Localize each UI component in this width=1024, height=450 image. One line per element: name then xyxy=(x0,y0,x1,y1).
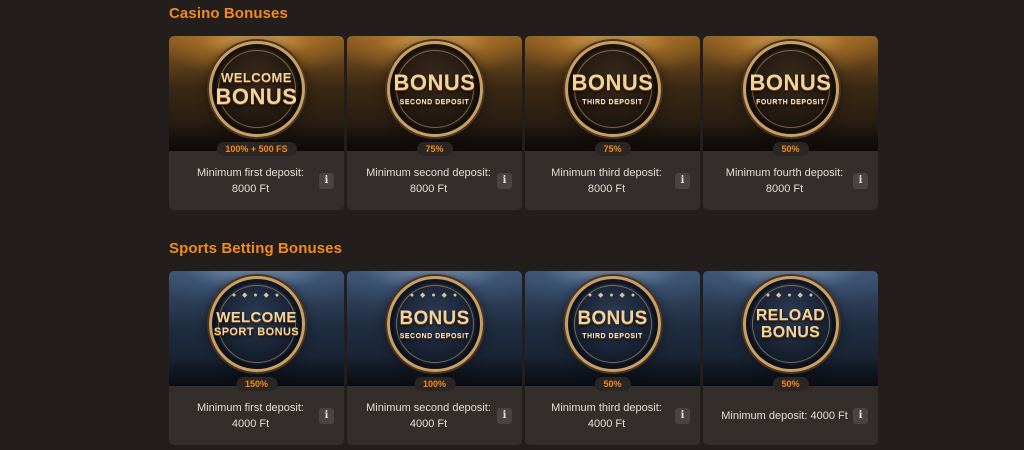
sport-icons-ring: ● ◆ ● ◆ ● xyxy=(587,292,638,299)
casino-fourth-deposit-bonus-card[interactable]: BONUS FOURTH DEPOSIT 50% Minimum fourth … xyxy=(703,36,878,210)
bonus-percentage-badge: 100% + 500 FS xyxy=(216,142,297,156)
sport-third-deposit-bonus-card[interactable]: ● ◆ ● ◆ ● BONUS THIRD DEPOSIT 50% Minimu… xyxy=(525,271,700,445)
bonus-percentage-badge: 75% xyxy=(594,142,631,156)
bonus-coin-emblem: WELCOME BONUS xyxy=(208,41,305,137)
bonus-description: Minimum second deposit: 4000 Ft xyxy=(366,401,491,430)
bonus-percentage-badge: 100% xyxy=(413,377,456,391)
coin-title-top: WELCOME xyxy=(221,69,292,85)
coin-title-top: WELCOME xyxy=(216,309,297,326)
bonus-image: ● ◆ ● ◆ ● WELCOME SPORT BONUS xyxy=(169,271,344,386)
bonus-coin-emblem: ● ◆ ● ◆ ● RELOAD BONUS xyxy=(742,276,839,372)
bonus-image: ● ◆ ● ◆ ● RELOAD BONUS xyxy=(703,271,878,386)
bonus-percentage-badge: 50% xyxy=(772,377,809,391)
bonus-description: Minimum first deposit: 8000 Ft xyxy=(197,166,304,195)
sport-icons-ring: ● ◆ ● ◆ ● xyxy=(765,292,816,299)
casino-bonuses-heading: Casino Bonuses xyxy=(169,5,288,22)
info-icon-button[interactable]: i xyxy=(853,172,868,189)
casino-third-deposit-bonus-card[interactable]: BONUS THIRD DEPOSIT 75% Minimum third de… xyxy=(525,36,700,210)
bonus-description: Minimum third deposit: 8000 Ft xyxy=(551,166,662,195)
info-icon-button[interactable]: i xyxy=(675,172,690,189)
bonus-coin-emblem: BONUS FOURTH DEPOSIT xyxy=(742,41,839,137)
sports-betting-bonuses-heading: Sports Betting Bonuses xyxy=(169,240,343,257)
bonus-image: WELCOME BONUS xyxy=(169,36,344,151)
bonus-coin-emblem: BONUS SECOND DEPOSIT xyxy=(386,41,483,137)
bonus-description: Minimum second deposit: 8000 Ft xyxy=(366,166,491,195)
info-icon-button[interactable]: i xyxy=(319,407,334,424)
bonus-image: BONUS FOURTH DEPOSIT xyxy=(703,36,878,151)
bonus-percentage-badge: 75% xyxy=(416,142,453,156)
info-icon-button[interactable]: i xyxy=(319,172,334,189)
coin-subtitle: FOURTH DEPOSIT xyxy=(756,99,825,106)
coin-subtitle: THIRD DEPOSIT xyxy=(582,332,643,340)
bonus-description: Minimum third deposit: 4000 Ft xyxy=(551,401,662,430)
coin-subtitle: SECOND DEPOSIT xyxy=(399,332,470,340)
sport-icons-ring: ● ◆ ● ◆ ● xyxy=(231,292,282,299)
bonus-coin-emblem: ● ◆ ● ◆ ● WELCOME SPORT BONUS xyxy=(208,276,305,372)
bonus-image: BONUS THIRD DEPOSIT xyxy=(525,36,700,151)
coin-title-main: BONUS xyxy=(393,70,476,95)
coin-title-main: SPORT BONUS xyxy=(213,326,300,338)
coin-title-main: BONUS xyxy=(760,323,821,341)
info-icon-button[interactable]: i xyxy=(497,407,512,424)
coin-title-top: RELOAD xyxy=(755,306,826,324)
casino-second-deposit-bonus-card[interactable]: BONUS SECOND DEPOSIT 75% Minimum second … xyxy=(347,36,522,210)
bonus-percentage-badge: 50% xyxy=(594,377,631,391)
info-icon-button[interactable]: i xyxy=(675,407,690,424)
coin-title-main: BONUS xyxy=(399,307,470,329)
coin-subtitle: SECOND DEPOSIT xyxy=(399,99,470,106)
sport-reload-bonus-card[interactable]: ● ◆ ● ◆ ● RELOAD BONUS 50% Minimum depos… xyxy=(703,271,878,445)
bonus-image: BONUS SECOND DEPOSIT xyxy=(347,36,522,151)
sport-welcome-bonus-card[interactable]: ● ◆ ● ◆ ● WELCOME SPORT BONUS 150% Minim… xyxy=(169,271,344,445)
bonus-description: Minimum fourth deposit: 8000 Ft xyxy=(725,166,844,195)
bonus-coin-emblem: ● ◆ ● ◆ ● BONUS THIRD DEPOSIT xyxy=(564,276,661,372)
sports-bonus-row: ● ◆ ● ◆ ● WELCOME SPORT BONUS 150% Minim… xyxy=(169,271,878,445)
info-icon-button[interactable]: i xyxy=(497,172,512,189)
coin-title-main: BONUS xyxy=(749,70,832,95)
coin-subtitle: THIRD DEPOSIT xyxy=(582,99,643,106)
bonus-image: ● ◆ ● ◆ ● BONUS SECOND DEPOSIT xyxy=(347,271,522,386)
bonus-coin-emblem: BONUS THIRD DEPOSIT xyxy=(564,41,661,137)
casino-welcome-bonus-card[interactable]: WELCOME BONUS 100% + 500 FS Minimum firs… xyxy=(169,36,344,210)
coin-title-main: BONUS xyxy=(571,70,654,95)
coin-title-main: BONUS xyxy=(577,307,648,329)
bonus-coin-emblem: ● ◆ ● ◆ ● BONUS SECOND DEPOSIT xyxy=(386,276,483,372)
sport-icons-ring: ● ◆ ● ◆ ● xyxy=(409,292,460,299)
coin-title-main: BONUS xyxy=(215,83,298,109)
casino-bonus-row: WELCOME BONUS 100% + 500 FS Minimum firs… xyxy=(169,36,878,210)
sport-second-deposit-bonus-card[interactable]: ● ◆ ● ◆ ● BONUS SECOND DEPOSIT 100% Mini… xyxy=(347,271,522,445)
bonus-percentage-badge: 150% xyxy=(235,377,278,391)
bonus-image: ● ◆ ● ◆ ● BONUS THIRD DEPOSIT xyxy=(525,271,700,386)
bonus-description: Minimum first deposit: 4000 Ft xyxy=(197,401,304,430)
info-icon-button[interactable]: i xyxy=(853,407,868,424)
bonus-percentage-badge: 50% xyxy=(772,142,809,156)
bonus-description: Minimum deposit: 4000 Ft xyxy=(721,409,848,422)
